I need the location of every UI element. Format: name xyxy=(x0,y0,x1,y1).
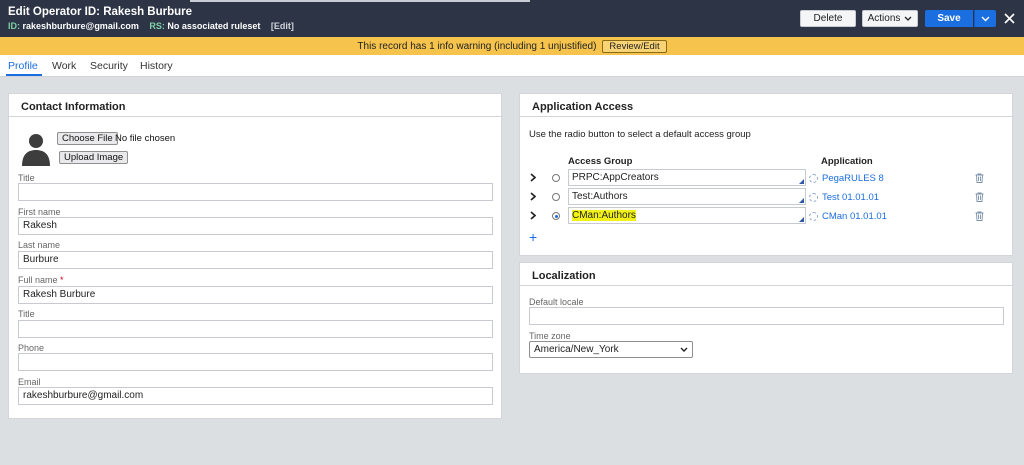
page-title: Edit Operator ID: Rakesh Burbure xyxy=(8,6,193,18)
time-zone-select[interactable]: America/New_York xyxy=(529,341,693,358)
review-edit-button[interactable]: Review/Edit xyxy=(602,39,667,53)
application-column-header: Application xyxy=(821,156,873,167)
save-options-button[interactable] xyxy=(974,10,996,27)
close-icon xyxy=(1003,12,1015,24)
save-button[interactable]: Save xyxy=(925,10,973,27)
tab-bar: Profile Work Security History xyxy=(0,55,1024,77)
application-value: Test 01.01.01 xyxy=(822,192,880,203)
autocomplete-corner-icon xyxy=(799,179,804,184)
last-name-label: Last name xyxy=(18,240,61,250)
title-2-label: Title xyxy=(18,309,35,319)
default-locale-input[interactable] xyxy=(529,307,1004,325)
full-name-input[interactable]: Rakesh Burbure xyxy=(18,286,493,304)
close-button[interactable] xyxy=(1001,8,1017,28)
add-access-group-button[interactable]: + xyxy=(529,229,537,245)
full-name-label-text: Full name xyxy=(18,275,58,285)
application-value: CMan 01.01.01 xyxy=(822,211,887,222)
time-zone-label: Time zone xyxy=(529,331,571,341)
target-icon xyxy=(809,174,818,183)
time-zone-value: America/New_York xyxy=(534,344,619,355)
full-name-label: Full name * xyxy=(18,275,64,285)
rs-value: No associated ruleset xyxy=(167,21,261,31)
title-2-input[interactable] xyxy=(18,320,493,338)
required-indicator: * xyxy=(60,275,64,285)
delete-button[interactable]: Delete xyxy=(800,10,856,27)
actions-label: Actions xyxy=(867,13,901,24)
header-top-line xyxy=(190,0,530,2)
email-label: Email xyxy=(18,377,41,387)
default-access-radio[interactable] xyxy=(552,174,560,182)
default-access-radio-selected[interactable] xyxy=(552,212,560,220)
title-label: Title xyxy=(18,173,35,183)
header-bar: Edit Operator ID: Rakesh Burbure ID: rak… xyxy=(0,0,1024,37)
localization-heading: Localization xyxy=(532,270,596,282)
trash-icon[interactable] xyxy=(975,211,984,221)
last-name-input[interactable]: Burbure xyxy=(18,251,493,269)
avatar-icon xyxy=(19,130,53,166)
chevron-down-icon xyxy=(981,16,990,21)
panel-divider xyxy=(9,116,503,117)
first-name-label: First name xyxy=(18,207,61,217)
application-link[interactable]: CMan 01.01.01 xyxy=(809,211,887,222)
access-group-input[interactable]: PRPC:AppCreators xyxy=(568,169,806,186)
target-icon xyxy=(809,212,818,221)
default-locale-label: Default locale xyxy=(529,297,584,307)
rs-label: RS: xyxy=(149,21,165,31)
access-group-value: CMan:Authors xyxy=(572,210,636,221)
target-icon xyxy=(809,193,818,202)
application-access-panel: Application Access Use the radio button … xyxy=(519,93,1014,256)
chevron-down-icon xyxy=(904,16,912,21)
actions-button[interactable]: Actions xyxy=(862,10,918,27)
chevron-right-icon[interactable] xyxy=(530,211,536,220)
access-group-input[interactable]: Test:Authors xyxy=(568,188,806,205)
phone-input[interactable] xyxy=(18,353,493,371)
access-group-value: PRPC:AppCreators xyxy=(572,172,659,183)
panel-divider xyxy=(520,285,1014,286)
application-link[interactable]: Test 01.01.01 xyxy=(809,192,879,203)
chevron-right-icon[interactable] xyxy=(530,192,536,201)
access-group-column-header: Access Group xyxy=(568,156,633,167)
contact-information-panel: Contact Information Choose File No file … xyxy=(8,93,503,419)
first-name-input[interactable]: Rakesh xyxy=(18,217,493,235)
access-description: Use the radio button to select a default… xyxy=(529,129,751,140)
upload-image-button[interactable]: Upload Image xyxy=(59,151,129,164)
application-access-heading: Application Access xyxy=(532,101,634,113)
email-input[interactable]: rakeshburbure@gmail.com xyxy=(18,387,493,405)
autocomplete-corner-icon xyxy=(799,198,804,203)
tab-profile[interactable]: Profile xyxy=(8,60,38,72)
tab-history[interactable]: History xyxy=(140,60,173,72)
localization-panel: Localization Default locale Time zone Am… xyxy=(519,262,1014,374)
access-group-input[interactable]: CMan:Authors xyxy=(568,207,806,224)
phone-label: Phone xyxy=(18,343,45,353)
warning-text: This record has 1 info warning (includin… xyxy=(357,40,597,52)
id-value: rakeshburbure@gmail.com xyxy=(22,21,139,31)
title-input[interactable] xyxy=(18,183,493,201)
tab-work[interactable]: Work xyxy=(52,60,76,72)
choose-file-button[interactable]: Choose File xyxy=(57,132,118,145)
tab-security[interactable]: Security xyxy=(90,60,128,72)
warning-bar: This record has 1 info warning (includin… xyxy=(0,37,1024,55)
access-group-value: Test:Authors xyxy=(572,191,628,202)
header-subtitle: ID: rakeshburbure@gmail.com RS: No assoc… xyxy=(8,21,294,31)
id-label: ID: xyxy=(8,21,20,31)
application-link[interactable]: PegaRULES 8 xyxy=(809,173,884,184)
active-tab-indicator xyxy=(6,74,42,76)
application-value: PegaRULES 8 xyxy=(822,173,884,184)
no-file-chosen-text: No file chosen xyxy=(115,133,176,144)
default-access-radio[interactable] xyxy=(552,193,560,201)
edit-ruleset-link[interactable]: [Edit] xyxy=(271,21,294,31)
chevron-down-icon xyxy=(680,347,688,352)
chevron-right-icon[interactable] xyxy=(530,173,536,182)
trash-icon[interactable] xyxy=(975,192,984,202)
trash-icon[interactable] xyxy=(975,173,984,183)
panel-divider xyxy=(520,116,1014,117)
contact-information-heading: Contact Information xyxy=(21,101,126,113)
autocomplete-corner-icon xyxy=(799,217,804,222)
